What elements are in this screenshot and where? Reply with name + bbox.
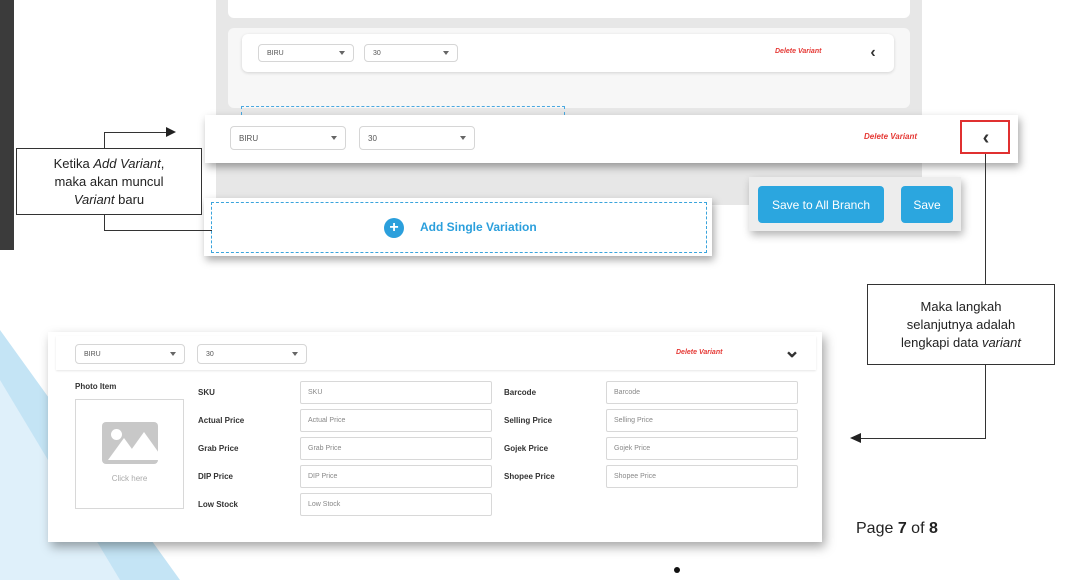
shopee-price-input[interactable]: Shopee Price [606,465,798,488]
callout-right-line1: Maka langkah [920,298,1002,314]
actual-price-label: Actual Price [198,416,245,425]
size-select-value: 30 [206,350,214,358]
chevron-down-icon[interactable]: ⌄ [783,340,801,362]
save-button[interactable]: Save [901,186,953,223]
selling-price-input[interactable]: Selling Price [606,409,798,432]
caret-down-icon [460,136,466,140]
delete-variant-link[interactable]: Delete Variant [775,48,821,55]
image-mountain-shape [124,432,158,460]
color-select[interactable]: BIRU [75,344,185,364]
delete-variant-link[interactable]: Delete Variant [864,132,917,141]
color-select-value: BIRU [239,133,259,143]
size-select[interactable]: 30 [359,126,475,150]
color-select-value: BIRU [84,350,101,358]
connector-line [104,214,105,231]
size-select[interactable]: 30 [364,44,458,62]
callout-left-line2: maka akan muncul [54,173,164,189]
shopee-price-label: Shopee Price [504,472,555,481]
color-select-value: BIRU [267,49,284,57]
color-select[interactable]: BIRU [258,44,354,62]
image-placeholder-icon [102,422,158,464]
callout-left-line1: Ketika Add Variant, [53,155,165,171]
caret-down-icon [339,51,345,55]
add-variation-box-fragment [241,106,565,115]
arrow-right-icon [166,127,176,137]
arrow-left-icon [850,433,861,443]
barcode-label: Barcode [504,388,537,397]
connector-line [104,132,168,133]
connector-line [985,154,986,284]
variant-row: BIRU 30 Delete Variant ‹ [242,34,894,72]
gojek-price-label: Gojek Price [504,444,549,453]
callout-left: Ketika Add Variant, maka akan muncul Var… [16,148,202,215]
click-here-label: Click here [111,474,148,483]
page-number: Page 7 of 8 [856,520,938,537]
dip-price-label: DIP Price [198,472,233,481]
caret-down-icon [170,352,176,356]
callout-right-line3: lengkapi data variant [901,334,1021,350]
dip-price-input[interactable]: DIP Price [300,465,492,488]
save-to-all-branch-button[interactable]: Save to All Branch [758,186,884,223]
caret-down-icon [292,352,298,356]
caret-down-icon [331,136,337,140]
sku-label: SKU [198,388,215,397]
photo-item-label: Photo Item [75,382,117,391]
card-top [228,0,910,18]
zoomed-variant-row: BIRU 30 Delete Variant ‹ [205,115,1018,163]
add-single-variation-label: Add Single Variation [420,220,537,234]
delete-variant-link[interactable]: Delete Variant [676,349,722,356]
color-select[interactable]: BIRU [230,126,346,150]
save-buttons-panel: Save to All Branch Save [749,177,961,231]
size-select-value: 30 [373,49,381,57]
callout-right: Maka langkah selanjutnya adalah lengkapi… [867,284,1055,365]
plus-circle-icon: + [384,218,404,238]
connector-line [860,438,986,439]
chevron-left-icon[interactable]: ‹ [864,44,882,62]
caret-down-icon [443,51,449,55]
connector-line [104,230,212,231]
grab-price-input[interactable]: Grab Price [300,437,492,460]
size-select[interactable]: 30 [197,344,307,364]
size-select-value: 30 [368,133,377,143]
low-stock-label: Low Stock [198,500,239,509]
low-stock-input[interactable]: Low Stock [300,493,492,516]
callout-right-line2: selanjutnya adalah [906,316,1016,332]
connector-line [104,132,105,148]
actual-price-input[interactable]: Actual Price [300,409,492,432]
selling-price-label: Selling Price [504,416,553,425]
grab-price-label: Grab Price [198,444,239,453]
highlight-box [960,120,1010,154]
gojek-price-input[interactable]: Gojek Price [606,437,798,460]
barcode-input[interactable]: Barcode [606,381,798,404]
sku-input[interactable]: SKU [300,381,492,404]
variant-form-header: BIRU 30 Delete Variant ⌄ [56,336,816,370]
callout-left-line3: Variant baru [73,191,145,207]
bullet-dot [674,567,680,573]
page-edge-bar [0,0,14,250]
connector-line [985,365,986,439]
